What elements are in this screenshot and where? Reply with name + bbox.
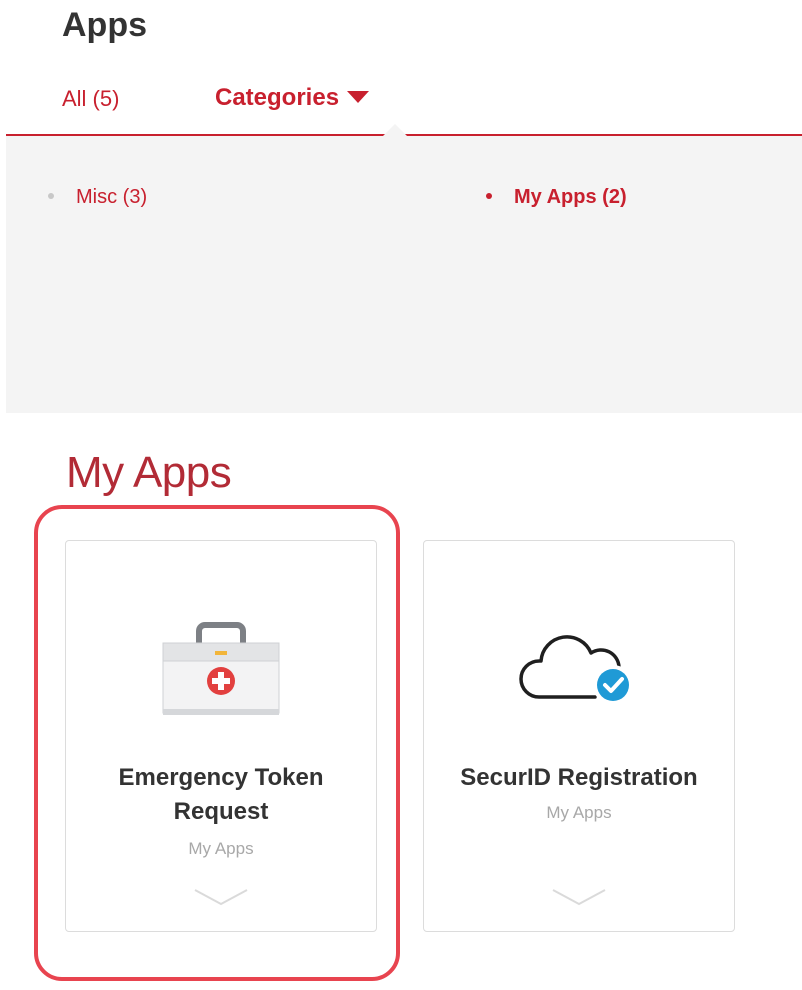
app-name: SecurID Registration <box>460 764 698 791</box>
chevron-down-icon[interactable] <box>549 886 609 908</box>
category-item-label: My Apps (2) <box>514 186 627 208</box>
category-item-label: Misc (3) <box>76 186 148 208</box>
highlight-annotation <box>34 505 400 981</box>
tab-categories-label: Categories <box>215 84 340 111</box>
cloud-check-icon <box>519 635 633 705</box>
page-title: Apps <box>62 6 147 44</box>
category-panel: Misc (3) My Apps (2) <box>6 136 802 413</box>
tab-categories[interactable]: Categories <box>215 84 370 112</box>
bullet-icon <box>48 192 54 199</box>
category-item-misc[interactable]: Misc (3) <box>48 186 147 209</box>
tab-all[interactable]: All (5) <box>62 86 119 112</box>
dropdown-pointer <box>383 124 407 136</box>
bullet-icon <box>486 192 492 199</box>
app-tile-securid-registration[interactable]: SecurID Registration My Apps <box>423 540 735 932</box>
category-item-my-apps[interactable]: My Apps (2) <box>486 186 627 209</box>
section-title: My Apps <box>66 448 232 497</box>
page: Apps All (5) Categories Misc (3) My Apps… <box>0 0 802 990</box>
app-category: My Apps <box>546 803 612 822</box>
caret-down-icon <box>347 90 370 103</box>
